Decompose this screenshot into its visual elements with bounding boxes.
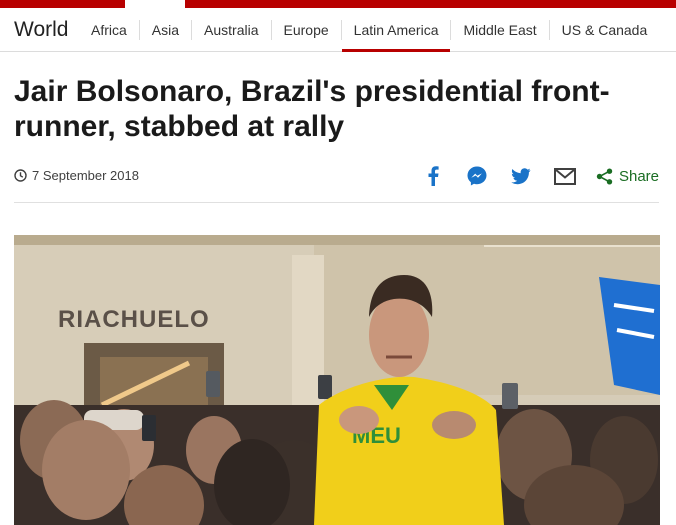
date-text: 7 September 2018 [32,168,139,183]
share-icon [596,168,613,184]
nav-item-label: Latin America [353,22,439,38]
nav-item-label: Africa [91,22,127,38]
facebook-icon [428,166,439,186]
subsection-list: Africa Asia Australia Europe Latin Ameri… [79,8,659,52]
facebook-share-button[interactable] [420,164,446,188]
nav-item-australia[interactable]: Australia [192,20,272,40]
nav-item-label: Europe [283,22,329,38]
clock-icon [14,169,27,182]
nav-item-africa[interactable]: Africa [79,20,140,40]
share-button[interactable]: Share [596,168,659,185]
article-date: 7 September 2018 [14,168,139,183]
nav-item-europe[interactable]: Europe [272,20,342,40]
nav-item-label: Asia [151,22,180,38]
article-headline: Jair Bolsonaro, Brazil's presidential fr… [14,75,610,143]
nav-item-latin-america[interactable]: Latin America [341,20,452,52]
article-photo: RIACHUELO MEU [14,235,660,525]
twitter-icon [511,167,531,184]
twitter-share-button[interactable] [508,164,534,188]
article-meta: 7 September 2018 Share [14,160,659,192]
messenger-share-button[interactable] [464,164,490,188]
share-label: Share [618,167,659,185]
top-accent-bar [0,0,676,8]
nav-item-label: US & Canada [561,22,648,38]
email-icon [553,167,576,185]
nav-item-label: Middle East [463,22,537,38]
messenger-icon [467,166,487,186]
rally-photo-illustration: RIACHUELO MEU [14,235,660,525]
section-title[interactable]: World [14,18,68,42]
nav-item-label: Australia [204,22,259,38]
top-bar-notch [125,0,185,8]
divider [14,202,659,203]
storefront-sign: RIACHUELO [58,306,210,333]
nav-item-middle-east[interactable]: Middle East [451,20,550,40]
nav-item-us-canada[interactable]: US & Canada [550,20,660,40]
email-share-button[interactable] [552,164,578,188]
nav-item-asia[interactable]: Asia [140,20,193,40]
section-nav: World Africa Asia Australia Europe Latin… [0,8,676,52]
share-tools: Share [402,164,659,188]
